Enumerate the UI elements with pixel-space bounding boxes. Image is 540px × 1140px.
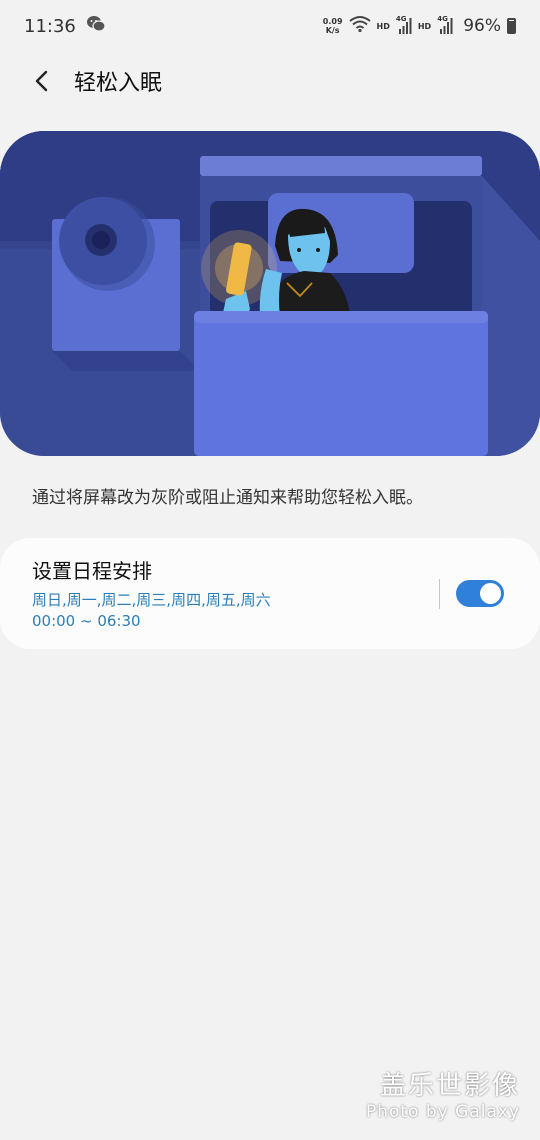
battery-percent: 96%: [463, 16, 501, 36]
app-header: 轻松入眠: [0, 55, 540, 107]
schedule-text-block[interactable]: 设置日程安排 周日,周一,周二,周三,周四,周五,周六 00:00 ~ 06:3…: [0, 555, 439, 632]
sleep-illustration: [0, 131, 540, 456]
divider: [439, 578, 440, 609]
page-title: 轻松入眠: [74, 71, 163, 96]
network-speed: 0.09 K/s: [322, 17, 343, 35]
watermark-subtitle: Photo by Galaxy: [365, 1102, 520, 1122]
back-arrow-icon: [35, 70, 48, 92]
signal-icon-2: 4G: [437, 15, 453, 35]
schedule-title: 设置日程安排: [32, 559, 152, 583]
wechat-icon: [86, 15, 106, 38]
watermark: 盖乐世影像 Photo by Galaxy: [366, 1065, 520, 1122]
toggle-knob: [480, 583, 501, 604]
schedule-days: 周日,周一,周二,周三,周四,周五,周六: [32, 591, 271, 609]
back-button[interactable]: [16, 55, 68, 107]
status-bar: 11:36 0.09 K/s HD 4G HD 4G 96%: [0, 0, 540, 52]
battery-icon: [507, 18, 516, 34]
schedule-card[interactable]: 设置日程安排 周日,周一,周二,周三,周四,周五,周六 00:00 ~ 06:3…: [0, 538, 540, 649]
signal-icon-1: 4G: [396, 15, 412, 35]
schedule-toggle[interactable]: [456, 580, 504, 607]
watermark-title: 盖乐世影像: [379, 1071, 520, 1101]
schedule-time: 00:00 ~ 06:30: [32, 612, 141, 630]
hd-label-1: HD: [376, 21, 390, 31]
feature-description: 通过将屏幕改为灰阶或阻止通知来帮助您轻松入眠。: [32, 488, 423, 508]
wifi-icon: [348, 15, 371, 38]
hd-label-2: HD: [417, 21, 432, 31]
status-time: 11:36: [24, 15, 76, 37]
